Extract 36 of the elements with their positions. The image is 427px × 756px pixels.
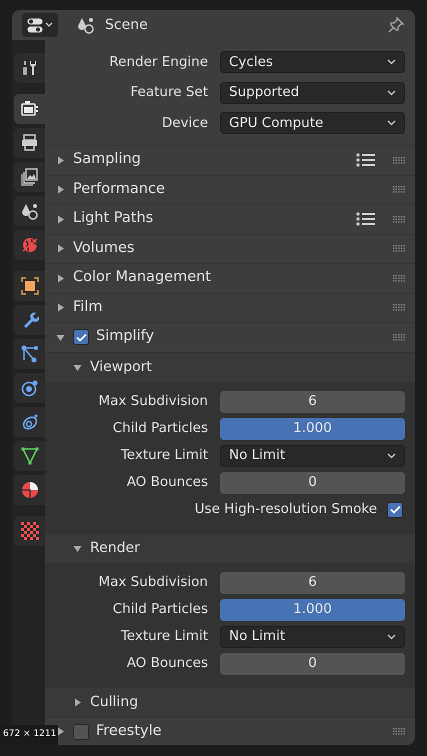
- dropdown[interactable]: GPU Compute: [220, 112, 405, 134]
- panel-title[interactable]: Performance: [73, 178, 165, 201]
- panel-title[interactable]: Color Management: [73, 267, 211, 290]
- panel-title[interactable]: Film: [73, 296, 102, 319]
- slider[interactable]: 1.000: [220, 418, 405, 440]
- number-field[interactable]: 6: [220, 390, 405, 412]
- field-label: Max Subdivision: [97, 573, 209, 592]
- dropdown[interactable]: No Limit: [220, 626, 405, 648]
- slider[interactable]: 1.000: [220, 598, 405, 620]
- field-label: Max Subdivision: [97, 392, 209, 412]
- field-label: Render Engine: [108, 52, 209, 72]
- field-label: Child Particles: [112, 419, 209, 438]
- panel-title[interactable]: Volumes: [73, 238, 134, 260]
- subpanel-title[interactable]: Viewport: [90, 356, 152, 378]
- field-label: Device: [160, 114, 209, 133]
- subpanel-title[interactable]: Culling: [90, 692, 138, 712]
- number-field[interactable]: 0: [220, 652, 405, 674]
- dropdown[interactable]: Supported: [220, 82, 405, 104]
- field-label: AO Bounces: [126, 473, 209, 492]
- field-label: Feature Set: [130, 83, 209, 102]
- panel-title[interactable]: Simplify: [96, 326, 154, 348]
- field-label: Texture Limit: [120, 627, 209, 646]
- panel-title[interactable]: Freestyle: [96, 720, 162, 743]
- number-field[interactable]: 0: [220, 472, 405, 494]
- number-field[interactable]: 6: [220, 572, 405, 594]
- field-label: Child Particles: [112, 600, 209, 620]
- scene-title: Scene: [105, 16, 148, 34]
- field-label: AO Bounces: [126, 654, 209, 674]
- size-tooltip: 672 × 1211: [1, 725, 58, 744]
- panel-title[interactable]: Light Paths: [73, 208, 154, 230]
- subpanel-title[interactable]: Render: [90, 538, 140, 558]
- dropdown[interactable]: No Limit: [220, 444, 405, 466]
- field-label: Texture Limit: [120, 446, 209, 466]
- panel-title[interactable]: Sampling: [73, 149, 141, 172]
- dropdown[interactable]: Cycles: [220, 51, 405, 73]
- checkbox-label: Use High-resolution Smoke: [194, 500, 377, 520]
